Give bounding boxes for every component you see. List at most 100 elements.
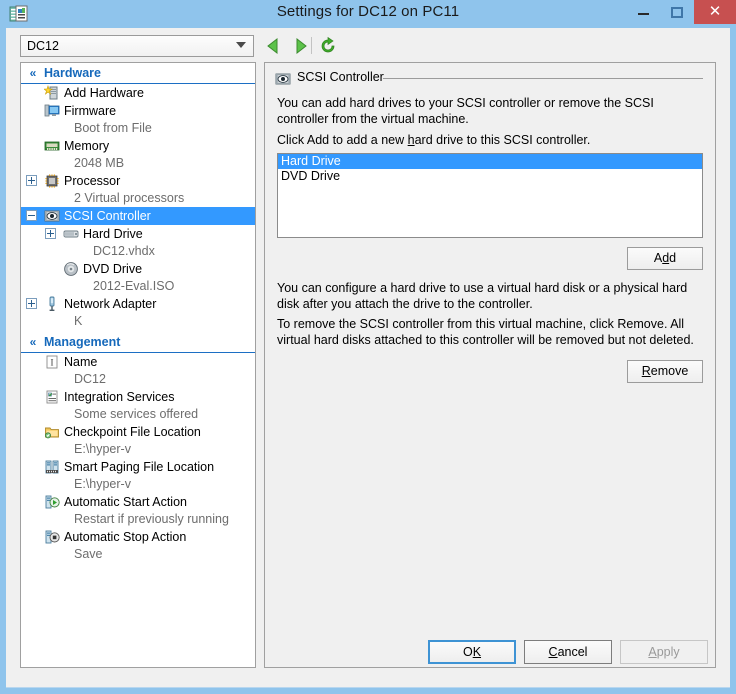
tree-item-label: Hard Drive [83,227,143,241]
tree-item-automatic-start-action[interactable]: Automatic Start Action [21,493,255,511]
collapse-chevron-icon: « [29,335,37,349]
forward-button[interactable] [290,36,310,56]
apply-button: Apply [620,640,708,664]
processor-icon [45,174,59,188]
firmware-icon [44,104,60,117]
tree-item-label: Checkpoint File Location [64,425,201,439]
settings-navigation-tree[interactable]: « Hardware Add Hardware Firmware Boot fr… [20,62,256,668]
remove-button[interactable]: Remove [627,360,703,383]
refresh-button[interactable] [318,36,338,56]
close-button[interactable]: ✕ [694,0,736,24]
tree-item-sublabel-checkpoint: E:\hyper-v [21,441,255,458]
add-button[interactable]: Add [627,247,703,270]
auto-stop-icon [45,530,60,544]
tree-item-processor[interactable]: Processor [21,172,255,190]
tree-item-hard-drive[interactable]: Hard Drive [21,225,255,243]
tree-item-dvd-drive[interactable]: DVD Drive [21,260,255,278]
tree-item-label: DVD Drive [83,262,143,276]
scsi-controller-icon [44,210,60,222]
remove-label-accel: R [641,364,651,378]
window-title: Settings for DC12 on PC11 [276,3,460,20]
list-item[interactable]: Hard Drive [278,154,702,169]
tree-item-label: Integration Services [64,390,175,404]
maximize-button[interactable] [662,0,692,24]
tree-item-sublabel-memory: 2048 MB [21,155,255,172]
tree-item-sublabel-processor: 2 Virtual processors [21,190,255,207]
tree-item-label: Network Adapter [64,297,157,311]
device-list-box[interactable]: Hard Drive DVD Drive [277,153,703,238]
name-icon: I [46,355,58,369]
tree-item-sublabel: 2 Virtual processors [74,191,185,205]
collapse-chevron-icon: « [29,66,37,80]
ok-label-pre: O [462,645,473,659]
vm-selector-value: DC12 [27,39,59,53]
tree-item-label: Name [64,355,98,369]
tree-item-add-hardware[interactable]: Add Hardware [21,84,255,102]
expand-toggle[interactable] [26,298,37,309]
smart-paging-icon [45,460,59,474]
description-paragraph-1: You can add hard drives to your SCSI con… [277,96,654,126]
group-header-management[interactable]: « Management [21,333,255,353]
tree-item-integration-services[interactable]: Integration Services [21,388,255,406]
cancel-label-accel: C [548,645,558,659]
tree-item-sublabel: 2048 MB [74,156,125,170]
expand-toggle[interactable] [45,228,56,239]
checkpoint-folder-icon [45,427,59,439]
back-button[interactable] [264,36,284,56]
tree-item-sublabel: K [74,314,83,328]
tree-item-sublabel-smart-paging: E:\hyper-v [21,476,255,493]
paragraph2-post: ard drive to this SCSI controller. [414,133,591,147]
collapse-toggle[interactable] [26,210,37,221]
tree-item-sublabel: Some services offered [74,407,199,421]
tree-item-sublabel-network-adapter: K [21,313,255,330]
tree-item-label: Add Hardware [64,86,144,100]
ok-label-accel: K [472,645,482,659]
description-paragraph-3: You can configure a hard drive to use a … [277,281,688,311]
tree-item-sublabel-auto-start: Restart if previously running [21,511,255,528]
memory-icon [44,141,60,151]
maximize-icon [671,7,683,18]
tree-item-network-adapter[interactable]: Network Adapter [21,295,255,313]
tree-item-sublabel-dvd-drive: 2012-Eval.ISO [21,278,255,295]
cancel-label-post: ancel [557,645,588,659]
tree-item-smart-paging-file-location[interactable]: Smart Paging File Location [21,458,255,476]
tree-item-sublabel: E:\hyper-v [74,442,131,456]
svg-text:I: I [51,358,54,368]
toolbar-separator [311,37,312,54]
close-icon: ✕ [708,3,722,20]
panel-title: SCSI Controller [297,70,384,84]
ok-button[interactable]: OK [428,640,516,664]
tree-item-label: SCSI Controller [64,209,151,223]
group-header-hardware[interactable]: « Hardware [21,64,255,84]
add-label-post: d [669,251,677,265]
network-adapter-icon [49,296,55,311]
vm-selector-dropdown[interactable]: DC12 [20,35,254,57]
tree-item-firmware[interactable]: Firmware [21,102,255,120]
panel-title-rule [383,78,703,79]
settings-dialog-window: Settings for DC12 on PC11 ✕ DC12 « Hardw… [0,0,736,694]
tree-item-sublabel-auto-stop: Save [21,546,255,563]
add-hardware-icon [44,85,58,100]
tree-item-label: Firmware [64,104,117,118]
tree-item-automatic-stop-action[interactable]: Automatic Stop Action [21,528,255,546]
chevron-down-icon [236,42,246,48]
tree-item-sublabel-integration-services: Some services offered [21,406,255,423]
paragraph2-pre: Click Add to add a new [277,133,408,147]
tree-item-sublabel: DC12 [74,372,106,386]
title-bar: Settings for DC12 on PC11 ✕ [0,0,736,28]
scsi-controller-icon [275,73,291,85]
minimize-button[interactable] [628,0,658,24]
settings-detail-panel: SCSI Controller You can add hard drives … [264,62,716,668]
tree-item-sublabel: Boot from File [74,121,152,135]
apply-label-post: pply [656,645,680,659]
tree-item-label: Automatic Start Action [64,495,187,509]
tree-item-memory[interactable]: Memory [21,137,255,155]
tree-item-name[interactable]: I Name [21,353,255,371]
tree-item-label: Automatic Stop Action [64,530,187,544]
expand-toggle[interactable] [26,175,37,186]
description-paragraph-2: Click Add to add a new hard drive to thi… [277,132,702,148]
tree-item-checkpoint-file-location[interactable]: Checkpoint File Location [21,423,255,441]
cancel-button[interactable]: Cancel [524,640,612,664]
tree-item-scsi-controller[interactable]: SCSI Controller [21,207,255,225]
list-item[interactable]: DVD Drive [278,169,702,184]
